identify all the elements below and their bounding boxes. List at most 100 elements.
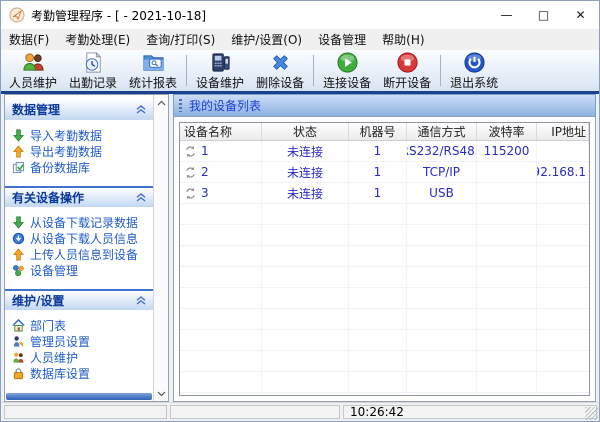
device-name-cell: 1 [180,141,262,161]
minimize-button[interactable]: — [488,1,525,29]
sidebar-item-device-management[interactable]: 设备管理 [5,262,153,278]
titlebar[interactable]: 考勤管理程序 - [ - 2021-10-18] — □ ✕ [1,1,599,29]
menu-attendance[interactable]: 考勤处理(E) [57,29,138,50]
grid-line [476,204,477,395]
users-icon [22,51,45,74]
sidebar-item-upload-personnel[interactable]: 上传人员信息到设备 [5,246,153,262]
section-items: 部门表 管理员设置 [5,310,153,390]
sidebar-item-label: 备份数据库 [30,159,90,175]
table-row[interactable]: 2 未连接 1 TCP/IP 192.168.1 [180,162,589,183]
sync-icon [184,187,197,200]
chevron-double-up-icon[interactable] [136,193,146,202]
sidebar-item-personnel-maintenance[interactable]: 人员维护 [5,349,153,365]
machine-no-cell: 1 [349,162,407,182]
device-name-cell: 2 [180,162,262,182]
toolbar-separator [440,55,441,86]
exit-system-button[interactable]: 退出系统 [444,51,504,90]
sidebar: 数据管理 导入考勤数据 导出考勤数据 [4,94,169,402]
sidebar-item-label: 设备管理 [30,262,78,278]
people-icon [12,351,25,364]
drag-grip-icon[interactable] [179,99,182,112]
maximize-button[interactable]: □ [525,1,562,29]
table-row[interactable]: 3 未连接 1 USB [180,183,589,204]
ip-address-cell [537,141,589,161]
baud-rate-cell [477,183,537,203]
device-list-title: 我的设备列表 [189,97,261,114]
disconnect-device-button[interactable]: 断开设备 [377,51,437,90]
close-button[interactable]: ✕ [562,1,599,29]
power-icon [463,51,486,74]
scroll-up-button[interactable] [154,95,169,110]
sidebar-item-department-table[interactable]: 部门表 [5,317,153,333]
sidebar-item-label: 部门表 [30,317,66,333]
menu-data[interactable]: 数据(F) [1,29,57,50]
column-header-status[interactable]: 状态 [262,123,349,140]
window-title: 考勤管理程序 - [ - 2021-10-18] [31,7,206,24]
sidebar-scrollbar[interactable] [153,95,168,401]
sidebar-item-database-settings[interactable]: 数据库设置 [5,365,153,381]
menu-help[interactable]: 帮助(H) [374,29,432,50]
toolbar-separator [186,55,187,86]
sidebar-collapsed-bar[interactable] [6,393,152,400]
toolbar-label: 断开设备 [383,74,431,91]
toolbar-label: 统计报表 [129,74,177,91]
device-maintenance-button[interactable]: 设备维护 [190,51,250,90]
personnel-button[interactable]: 人员维护 [3,51,63,90]
sidebar-item-export-data[interactable]: 导出考勤数据 [5,143,153,159]
report-button[interactable]: 统计报表 [123,51,183,90]
sidebar-section-maintenance[interactable]: 维护/设置 [5,289,153,310]
toolbar-label: 连接设备 [323,74,371,91]
menu-device[interactable]: 设备管理 [310,29,374,50]
grid-line [406,204,407,395]
status-cell: 未连接 [262,183,349,203]
report-icon [142,51,165,74]
attendance-record-button[interactable]: 出勤记录 [63,51,123,90]
column-header-comm-mode[interactable]: 通信方式 [407,123,477,140]
backup-icon [12,161,25,174]
sidebar-item-label: 上传人员信息到设备 [30,246,138,262]
scroll-down-button[interactable] [154,386,169,401]
chevron-double-up-icon[interactable] [136,296,146,305]
sidebar-item-download-personnel[interactable]: 从设备下载人员信息 [5,230,153,246]
column-header-device-name[interactable]: 设备名称 [180,123,262,140]
machine-no-cell: 1 [349,141,407,161]
status-panel-time: 10:26:42 [343,405,597,419]
baud-rate-cell: 115200 [477,141,537,161]
status-panel-left [4,405,167,419]
section-items: 导入考勤数据 导出考勤数据 备份数据库 [5,120,153,184]
device-name: 1 [201,144,209,158]
sidebar-item-label: 人员维护 [30,349,78,365]
comm-mode-cell: RS232/RS485 [407,141,477,161]
department-icon [12,319,25,332]
connect-device-button[interactable]: 连接设备 [317,51,377,90]
table-row[interactable]: 1 未连接 1 RS232/RS485 115200 [180,141,589,162]
column-header-machine-no[interactable]: 机器号 [349,123,407,140]
arrow-up-orange-icon [12,145,25,158]
sidebar-section-data-management[interactable]: 数据管理 [5,99,153,120]
toolbar-label: 设备维护 [196,74,244,91]
sidebar-section-device-operations[interactable]: 有关设备操作 [5,186,153,207]
device-name: 2 [201,165,209,179]
delete-device-icon [269,51,292,74]
workspace: 数据管理 导入考勤数据 导出考勤数据 [1,94,599,402]
sidebar-item-label: 数据库设置 [30,365,90,381]
comm-mode-cell: TCP/IP [407,162,477,182]
sidebar-item-import-data[interactable]: 导入考勤数据 [5,127,153,143]
resize-grip-icon[interactable] [585,407,598,420]
sidebar-item-backup-database[interactable]: 备份数据库 [5,159,153,175]
comm-mode-cell: USB [407,183,477,203]
sidebar-item-admin-settings[interactable]: 管理员设置 [5,333,153,349]
grid-line [261,204,262,395]
attendance-record-icon [82,51,105,74]
column-header-baud-rate[interactable]: 波特率 [477,123,537,140]
menu-maintenance[interactable]: 维护/设置(O) [223,29,310,50]
sidebar-item-download-records[interactable]: 从设备下载记录数据 [5,214,153,230]
chevron-double-up-icon[interactable] [136,105,146,114]
section-title: 维护/设置 [12,292,64,309]
column-header-ip-address[interactable]: IP地址 [537,123,589,140]
device-name-cell: 3 [180,183,262,203]
sidebar-panels: 数据管理 导入考勤数据 导出考勤数据 [5,95,153,401]
status-panel-middle [170,405,340,419]
delete-device-button[interactable]: 删除设备 [250,51,310,90]
menu-query-print[interactable]: 查询/打印(S) [138,29,223,50]
